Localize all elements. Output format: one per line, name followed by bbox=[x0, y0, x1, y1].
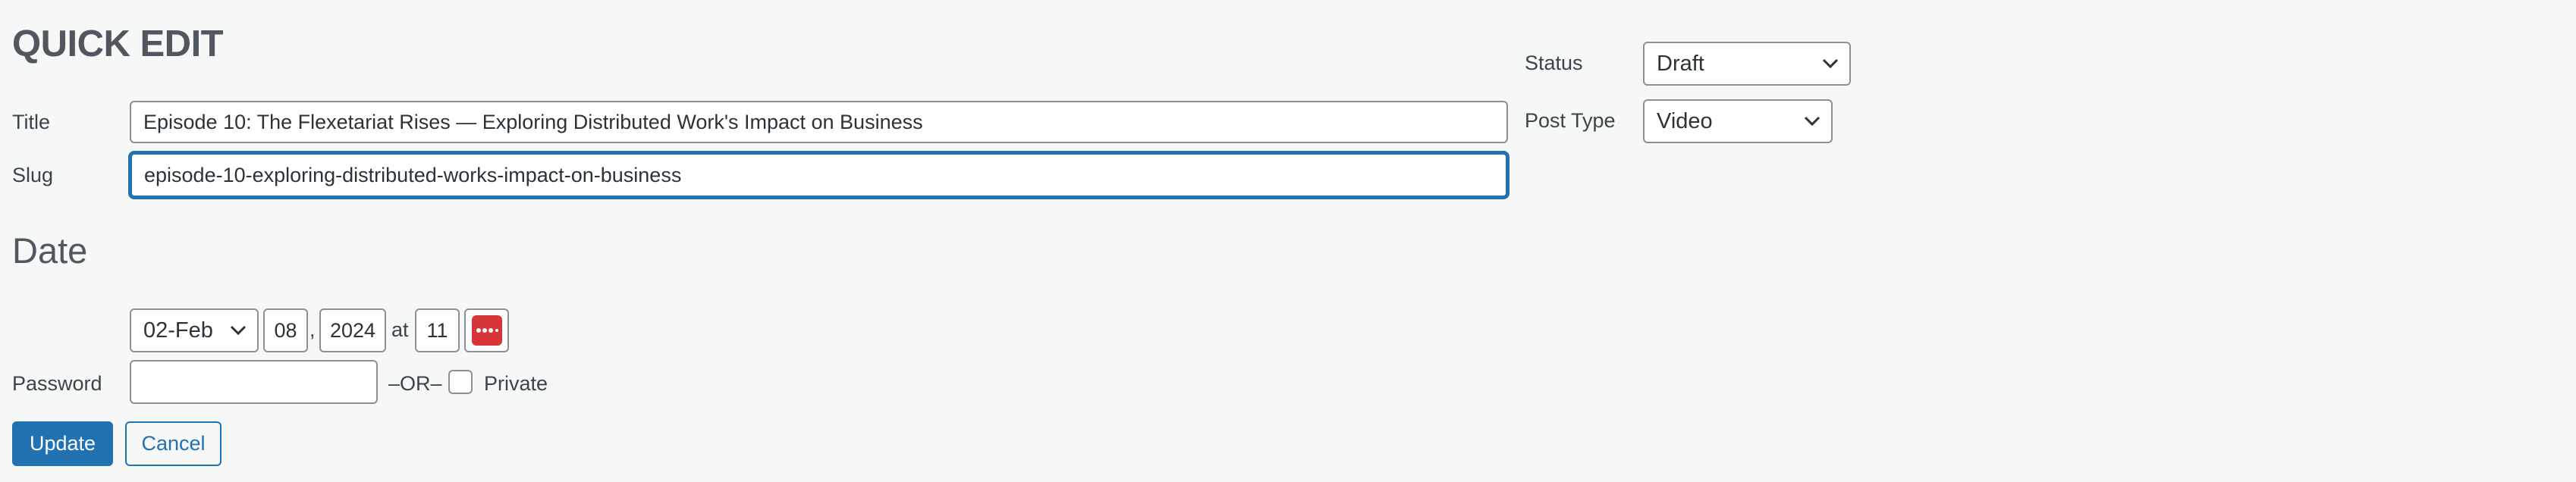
hour-input-value: 11 bbox=[426, 318, 448, 342]
private-checkbox[interactable] bbox=[448, 370, 473, 394]
chevron-down-icon bbox=[1804, 116, 1820, 127]
slug-input[interactable]: episode-10-exploring-distributed-works-i… bbox=[130, 152, 1508, 198]
private-label: Private bbox=[484, 372, 548, 395]
title-label: Title bbox=[12, 111, 51, 133]
chevron-down-icon bbox=[1822, 58, 1839, 69]
cancel-button-label: Cancel bbox=[141, 432, 206, 455]
post-type-label: Post Type bbox=[1525, 109, 1616, 132]
status-label: Status bbox=[1525, 52, 1583, 74]
month-select[interactable]: 02-Feb bbox=[130, 308, 259, 352]
hour-input[interactable]: 11 bbox=[415, 308, 460, 352]
update-button-label: Update bbox=[29, 432, 96, 455]
post-type-select-value: Video bbox=[1657, 108, 1713, 133]
or-text: –OR– bbox=[388, 372, 442, 395]
slug-input-value: episode-10-exploring-distributed-works-i… bbox=[144, 163, 682, 186]
title-input[interactable]: Episode 10: The Flexetariat Rises — Expl… bbox=[130, 101, 1508, 143]
minute-input[interactable] bbox=[464, 308, 509, 352]
chevron-down-icon bbox=[230, 325, 247, 336]
post-type-select[interactable]: Video bbox=[1643, 99, 1833, 143]
day-input[interactable]: 08 bbox=[263, 308, 308, 352]
title-input-value: Episode 10: The Flexetariat Rises — Expl… bbox=[143, 110, 923, 133]
ellipsis-icon bbox=[471, 315, 502, 346]
date-at-text: at bbox=[391, 318, 409, 341]
slug-label: Slug bbox=[12, 164, 54, 186]
year-input[interactable]: 2024 bbox=[319, 308, 386, 352]
date-heading: Date bbox=[12, 230, 88, 271]
day-input-value: 08 bbox=[274, 318, 297, 342]
status-select-value: Draft bbox=[1657, 51, 1704, 76]
quick-edit-heading: QUICK EDIT bbox=[12, 23, 224, 64]
password-label: Password bbox=[12, 372, 102, 395]
date-comma: , bbox=[309, 318, 316, 341]
month-select-value: 02-Feb bbox=[143, 318, 213, 343]
cancel-button[interactable]: Cancel bbox=[125, 421, 221, 466]
update-button[interactable]: Update bbox=[12, 421, 113, 466]
status-select[interactable]: Draft bbox=[1643, 42, 1851, 86]
year-input-value: 2024 bbox=[329, 318, 376, 342]
password-input[interactable] bbox=[130, 360, 378, 404]
